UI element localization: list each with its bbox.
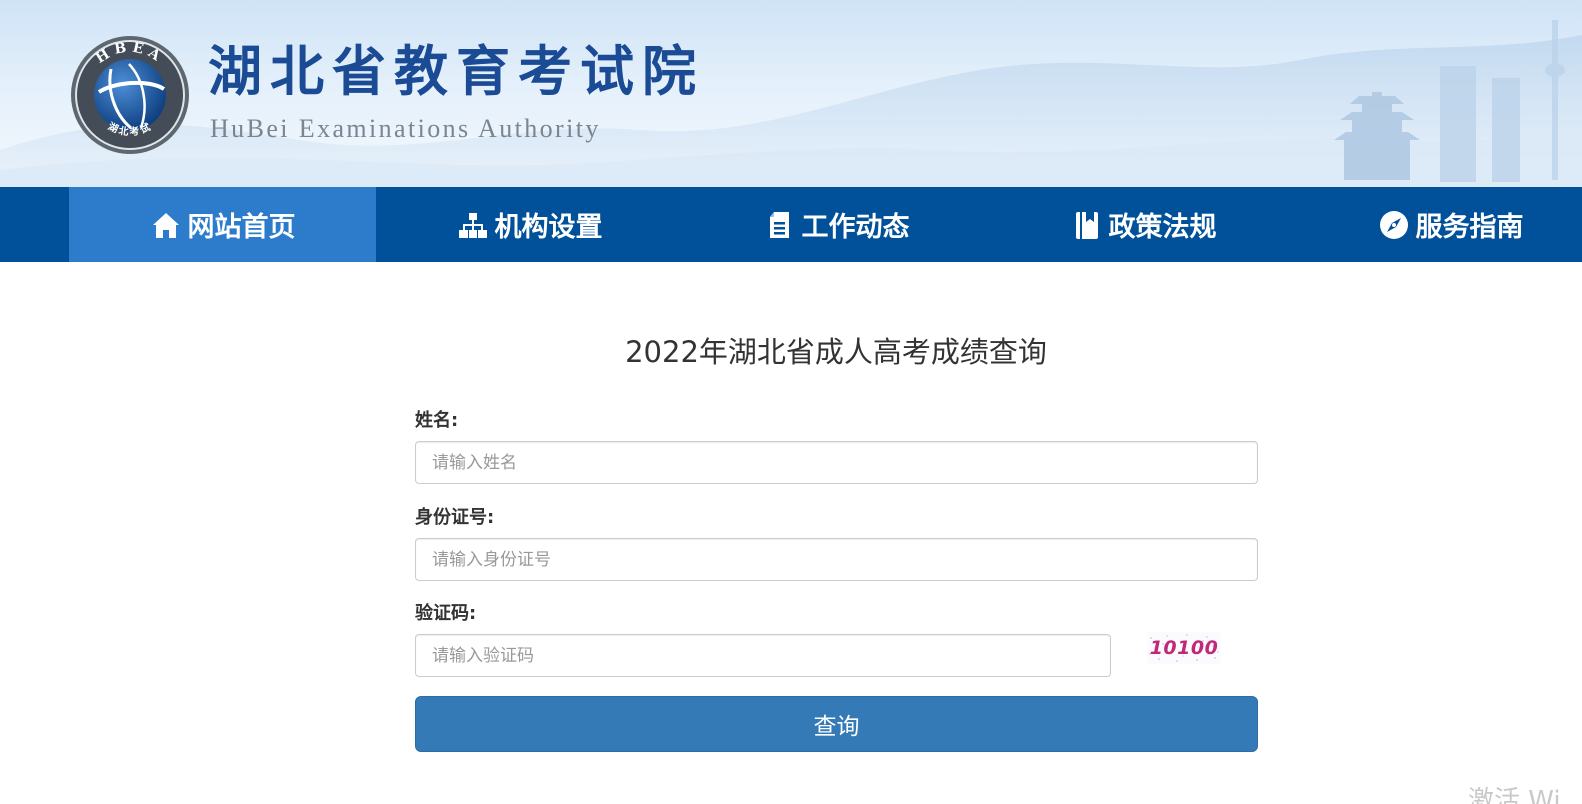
nav-item-label: 网站首页 bbox=[187, 212, 296, 243]
home-icon bbox=[150, 209, 182, 241]
site-name-en: HuBei Examinations Authority bbox=[210, 114, 601, 143]
name-input[interactable] bbox=[415, 441, 1258, 484]
id-number-label: 身份证号: bbox=[415, 507, 495, 528]
nav-item-label: 工作动态 bbox=[801, 212, 910, 243]
query-button[interactable]: 查询 bbox=[415, 696, 1258, 752]
id-number-input[interactable] bbox=[415, 538, 1258, 581]
captcha-code: 10100 bbox=[1149, 637, 1219, 659]
hbea-emblem-icon: HBEA 湖北考试 bbox=[71, 36, 189, 154]
site-name: 湖北省教育考试院 bbox=[208, 39, 704, 103]
org-chart-icon bbox=[457, 209, 489, 241]
nav-item-label: 机构设置 bbox=[494, 212, 603, 243]
captcha-label: 验证码: bbox=[415, 603, 477, 624]
nav-item-home[interactable]: 网站首页 bbox=[69, 187, 376, 262]
page: HBEA 湖北考试 湖北省教育考试院 HuBei Examinations Au… bbox=[0, 0, 1582, 804]
nav-item-label: 政策法规 bbox=[1108, 212, 1217, 243]
compass-icon bbox=[1378, 209, 1410, 241]
nav-item-service-guide[interactable]: 服务指南 bbox=[1297, 187, 1582, 262]
activation-watermark: 激活 Wi bbox=[1468, 786, 1561, 804]
document-icon bbox=[764, 209, 796, 241]
name-label: 姓名: bbox=[415, 410, 459, 431]
form-title: 2022年湖北省成人高考成绩查询 bbox=[625, 335, 1047, 369]
nav-item-work-news[interactable]: 工作动态 bbox=[683, 187, 990, 262]
book-icon bbox=[1071, 209, 1103, 241]
nav-item-label: 服务指南 bbox=[1415, 212, 1524, 243]
nav-item-organization[interactable]: 机构设置 bbox=[376, 187, 683, 262]
main-nav: 网站首页 机构设置 工作动态 政策法规 服务指南 bbox=[0, 187, 1582, 262]
captcha-image[interactable]: 10100 bbox=[1147, 632, 1221, 664]
nav-item-policy[interactable]: 政策法规 bbox=[990, 187, 1297, 262]
captcha-input[interactable] bbox=[415, 634, 1111, 677]
header-banner: HBEA 湖北考试 湖北省教育考试院 HuBei Examinations Au… bbox=[0, 0, 1582, 187]
